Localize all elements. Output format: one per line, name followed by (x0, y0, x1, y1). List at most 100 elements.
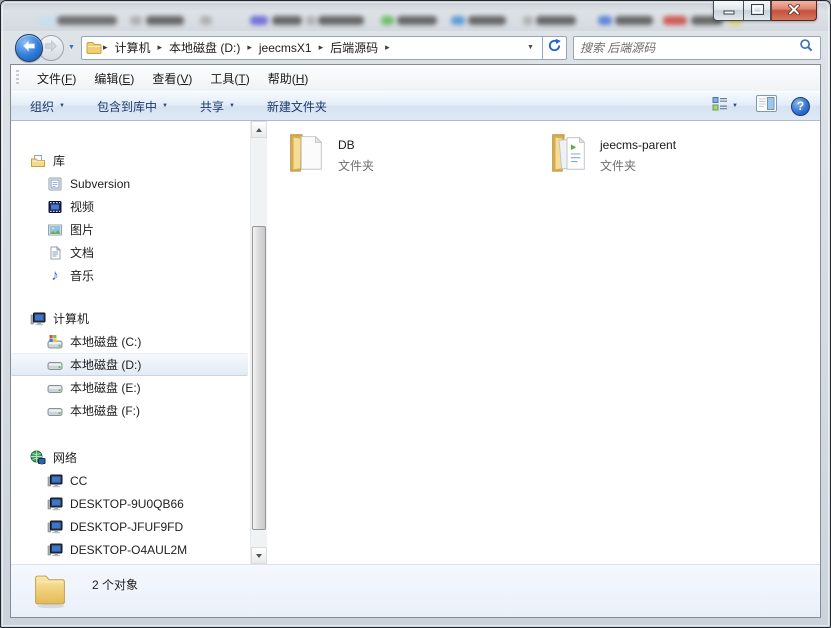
help-button[interactable]: ? (791, 96, 810, 116)
background-blur-blob (272, 16, 302, 25)
menu-grip (16, 70, 19, 86)
preview-pane-button[interactable] (753, 92, 780, 120)
sidebar-item-libraries[interactable]: 库 (11, 149, 250, 172)
close-icon (788, 2, 800, 20)
address-bar[interactable]: ▸ 计算机 ▸ 本地磁盘 (D:) ▸ jeecmsX1 ▸ 后端源码 ▸ ▼ (80, 35, 543, 60)
scrollbar-thumb[interactable] (252, 226, 266, 530)
chevron-down-icon: ▼ (228, 103, 235, 109)
status-folder-icon (32, 568, 68, 612)
sidebar-item-pictures[interactable]: 图片 (11, 218, 250, 241)
back-button[interactable] (15, 33, 43, 62)
triangle-down-icon (256, 553, 262, 558)
address-dropdown-caret[interactable]: ▼ (523, 44, 538, 51)
item-count: 2 个对象 (92, 578, 139, 592)
sidebar-item-documents[interactable]: 文档 (11, 241, 250, 264)
refresh-icon (547, 38, 562, 58)
sidebar-item-desktop-9u0qb66[interactable]: DESKTOP-9U0QB66 (11, 492, 250, 515)
content-area: 库 Subversion 视频 图片 文档 ♪ 音乐 计算机 本地磁盘 (C:)… (11, 121, 820, 564)
menu-help[interactable]: 帮助(H) (259, 66, 318, 91)
location-folder-icon (86, 41, 102, 55)
back-arrow-icon (22, 39, 36, 57)
client-area: 文件(F) 编辑(E) 查看(V) 工具(T) 帮助(H) 组织 ▼ 包含到库中… (10, 64, 821, 618)
folder-icon (283, 129, 329, 175)
sidebar-item-subversion[interactable]: Subversion (11, 172, 250, 195)
sidebar-item-videos[interactable]: 视频 (11, 195, 250, 218)
file-type: 文件夹 (338, 159, 375, 173)
background-blur-blob (468, 16, 506, 25)
network-pc-icon (47, 473, 63, 489)
scroll-down-button[interactable] (251, 547, 267, 564)
share-button[interactable]: 共享 ▼ (191, 94, 244, 119)
address-row: ▼ ▸ 计算机 ▸ 本地磁盘 (D:) ▸ jeecmsX1 ▸ 后端源码 ▸ … (10, 31, 821, 64)
music-icon: ♪ (51, 267, 59, 284)
background-blur-blob (146, 16, 184, 25)
sidebar-item-desktop-jfuf9fd[interactable]: DESKTOP-JFUF9FD (11, 515, 250, 538)
sidebar-item-music[interactable]: ♪ 音乐 (11, 264, 250, 287)
search-icon[interactable] (799, 38, 814, 58)
status-bar: 2 个对象 (11, 564, 820, 617)
libraries-icon (30, 153, 46, 169)
drive-icon (47, 357, 63, 373)
breadcrumb-separator: ▸ (385, 42, 390, 52)
nav-scrollbar[interactable] (250, 121, 267, 564)
change-view-button[interactable]: ▼ (708, 93, 742, 120)
navigation-pane: 库 Subversion 视频 图片 文档 ♪ 音乐 计算机 本地磁盘 (C:)… (11, 121, 250, 564)
library-icon (47, 176, 63, 192)
breadcrumb-jeecmsx1[interactable]: jeecmsX1 (253, 39, 318, 57)
scroll-up-button[interactable] (251, 121, 267, 138)
title-bar[interactable] (1, 1, 830, 31)
minimize-button[interactable] (713, 1, 743, 21)
background-blur-blob (523, 16, 533, 25)
search-box (572, 35, 821, 60)
minimize-icon (723, 2, 735, 20)
file-name: DB (338, 138, 355, 152)
background-blur-blob (39, 16, 55, 25)
maximize-button[interactable] (743, 1, 771, 21)
file-name: jeecms-parent (600, 138, 677, 152)
maximize-icon (750, 2, 764, 20)
documents-icon (47, 245, 63, 261)
refresh-button[interactable] (542, 35, 567, 60)
breadcrumb-local-disk-d[interactable]: 本地磁盘 (D:) (163, 37, 246, 58)
sidebar-item-network[interactable]: 网络 (11, 446, 250, 469)
background-blur-blob (598, 16, 612, 25)
include-in-library-button[interactable]: 包含到库中 ▼ (88, 94, 177, 119)
background-blur-blob (663, 16, 687, 25)
breadcrumb-backend-source[interactable]: 后端源码 (324, 37, 384, 58)
background-blur-blob (130, 16, 142, 25)
sidebar-section-gap (11, 287, 250, 307)
folder-with-files-icon (545, 129, 591, 175)
video-icon (47, 199, 63, 215)
file-tile-db[interactable]: DB 文件夹 (283, 129, 533, 175)
background-blur-blob (615, 16, 653, 25)
menu-file[interactable]: 文件(F) (28, 66, 85, 91)
menu-tools[interactable]: 工具(T) (201, 66, 258, 91)
sidebar-item-local-disk-e[interactable]: 本地磁盘 (E:) (11, 376, 250, 399)
background-blur-blob (250, 16, 268, 25)
chevron-down-icon: ▼ (161, 103, 168, 109)
network-pc-icon (47, 542, 63, 558)
sidebar-item-cc[interactable]: CC (11, 469, 250, 492)
network-icon (30, 450, 46, 466)
file-tile-jeecms-parent[interactable]: jeecms-parent 文件夹 (545, 129, 795, 175)
sidebar-item-local-disk-c[interactable]: 本地磁盘 (C:) (11, 330, 250, 353)
breadcrumb-computer[interactable]: 计算机 (108, 37, 156, 58)
sidebar-item-desktop-o4aul2m[interactable]: DESKTOP-O4AUL2M (11, 538, 250, 561)
menu-edit[interactable]: 编辑(E) (85, 66, 143, 91)
organize-button[interactable]: 组织 ▼ (21, 94, 74, 119)
file-list[interactable]: DB 文件夹 jeecms-parent 文件夹 (267, 121, 820, 564)
recent-pages-dropdown[interactable]: ▼ (64, 44, 80, 51)
sidebar-item-local-disk-f[interactable]: 本地磁盘 (F:) (11, 399, 250, 422)
new-folder-button[interactable]: 新建文件夹 (258, 94, 336, 119)
sidebar-item-local-disk-d[interactable]: 本地磁盘 (D:) (11, 353, 248, 376)
network-pc-icon (47, 519, 63, 535)
search-input[interactable] (579, 40, 799, 55)
toolbar-right-group: ▼ ? (708, 92, 810, 120)
menu-bar: 文件(F) 编辑(E) 查看(V) 工具(T) 帮助(H) (11, 65, 820, 91)
background-blur-blob (200, 16, 212, 25)
sidebar-item-computer[interactable]: 计算机 (11, 307, 250, 330)
background-blur-blob (536, 16, 576, 25)
views-icon (712, 96, 728, 117)
menu-view[interactable]: 查看(V) (143, 66, 201, 91)
close-button[interactable] (771, 1, 817, 21)
